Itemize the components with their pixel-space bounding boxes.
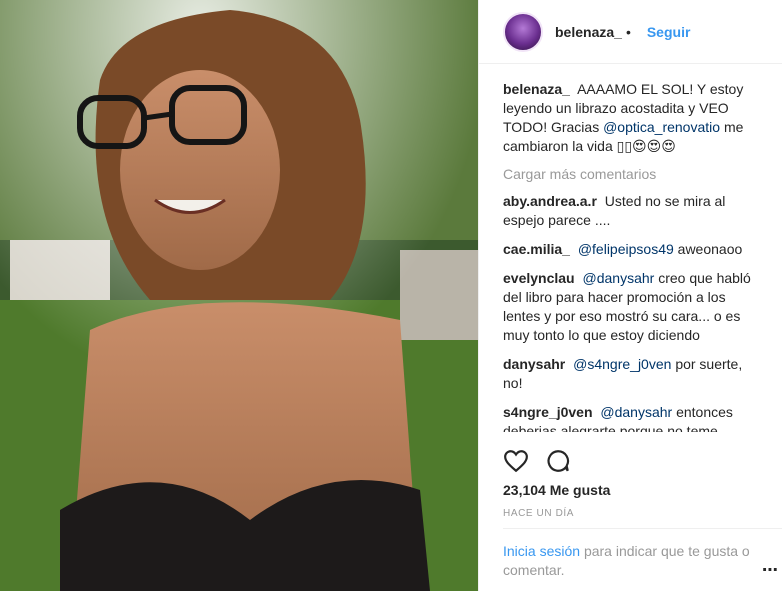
comment-username[interactable]: s4ngre_j0ven <box>503 404 593 420</box>
separator-dot: • <box>625 23 631 40</box>
heart-icon[interactable] <box>503 448 529 474</box>
comment-mention[interactable]: @s4ngre_j0ven <box>573 356 671 372</box>
post-photo[interactable] <box>0 0 478 591</box>
caption-username[interactable]: belenaza_ <box>503 81 570 97</box>
post-panel: belenaza_ • Seguir belenaza_ AAAAMO EL S… <box>478 0 782 591</box>
comment: cae.milia_ @felipeipsos49 aweonaoo <box>503 240 762 259</box>
comment-icon[interactable] <box>545 448 571 474</box>
comment-username[interactable]: evelynclau <box>503 270 575 286</box>
load-more-comments[interactable]: Cargar más comentarios <box>503 166 762 182</box>
more-icon[interactable]: ⋯ <box>762 560 778 580</box>
post-header: belenaza_ • Seguir <box>479 0 782 64</box>
caption-mention[interactable]: @optica_renovatio <box>603 119 720 135</box>
timestamp: HACE UN DÍA <box>503 508 575 519</box>
comment-mention[interactable]: @danysahr <box>600 404 672 420</box>
avatar[interactable] <box>503 11 543 52</box>
comment-text: aweonaoo <box>677 241 743 257</box>
comment: aby.andrea.a.r Usted no se mira al espej… <box>503 192 762 230</box>
photo-illustration <box>0 0 478 591</box>
like-count[interactable]: 23,104 Me gusta <box>503 482 610 498</box>
follow-button[interactable]: Seguir <box>647 24 691 40</box>
comment: danysahr @s4ngre_j0ven por suerte, no! <box>503 355 762 393</box>
caption: belenaza_ AAAAMO EL SOL! Y estoy leyendo… <box>503 80 762 156</box>
header-username[interactable]: belenaza_ <box>555 24 622 40</box>
instagram-post: belenaza_ • Seguir belenaza_ AAAAMO EL S… <box>0 0 782 591</box>
comment-username[interactable]: aby.andrea.a.r <box>503 193 597 209</box>
comment-username[interactable]: cae.milia_ <box>503 241 570 257</box>
login-link[interactable]: Inicia sesión <box>503 543 580 559</box>
comment: evelynclau @danysahr creo que habló del … <box>503 269 762 345</box>
comment-mention[interactable]: @danysahr <box>583 270 655 286</box>
comments-list: belenaza_ AAAAMO EL SOL! Y estoy leyendo… <box>479 64 782 432</box>
comment-mention[interactable]: @felipeipsos49 <box>578 241 674 257</box>
action-bar <box>503 448 571 474</box>
login-prompt: Inicia sesión para indicar que te gusta … <box>503 542 763 580</box>
comment-username[interactable]: danysahr <box>503 356 565 372</box>
divider <box>503 528 782 529</box>
comment: s4ngre_j0ven @danysahr entonces deberias… <box>503 403 762 432</box>
